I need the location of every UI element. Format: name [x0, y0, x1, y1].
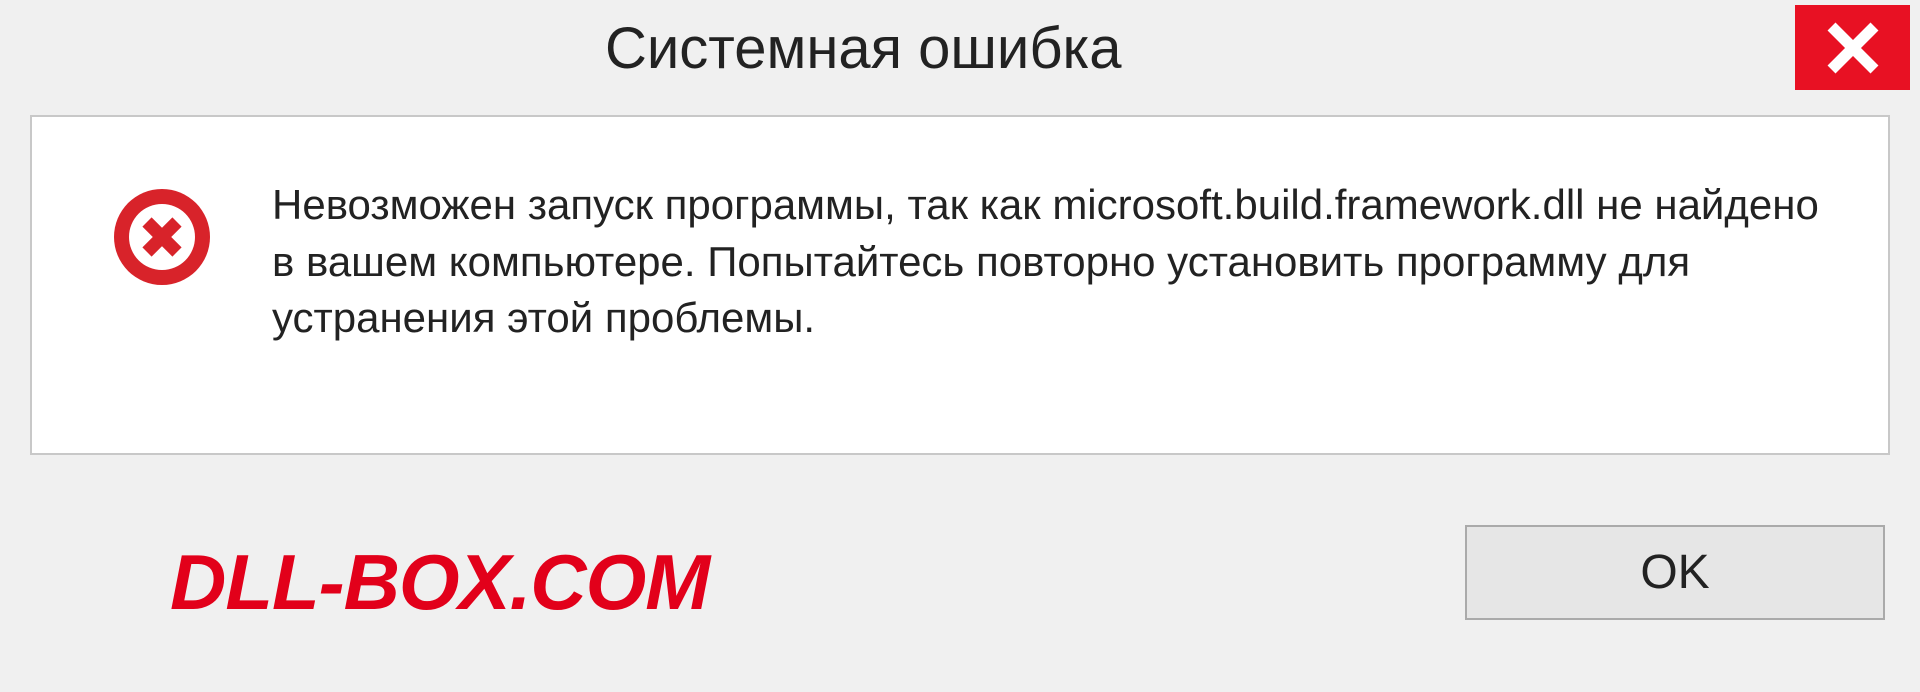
- titlebar: Системная ошибка: [10, 5, 1910, 100]
- error-icon: [112, 187, 212, 287]
- error-dialog: Системная ошибка Невозможен запуск прогр…: [10, 5, 1910, 682]
- error-message: Невозможен запуск программы, так как mic…: [272, 177, 1828, 347]
- ok-button[interactable]: OK: [1465, 525, 1885, 620]
- dialog-title: Системная ошибка: [10, 5, 1121, 82]
- content-panel: Невозможен запуск программы, так как mic…: [30, 115, 1890, 455]
- footer: DLL-BOX.COM OK: [30, 497, 1890, 667]
- error-icon-wrap: [112, 177, 212, 292]
- watermark-text: DLL-BOX.COM: [30, 537, 709, 628]
- close-icon: [1823, 18, 1883, 78]
- ok-button-label: OK: [1640, 545, 1709, 600]
- close-button[interactable]: [1795, 5, 1910, 90]
